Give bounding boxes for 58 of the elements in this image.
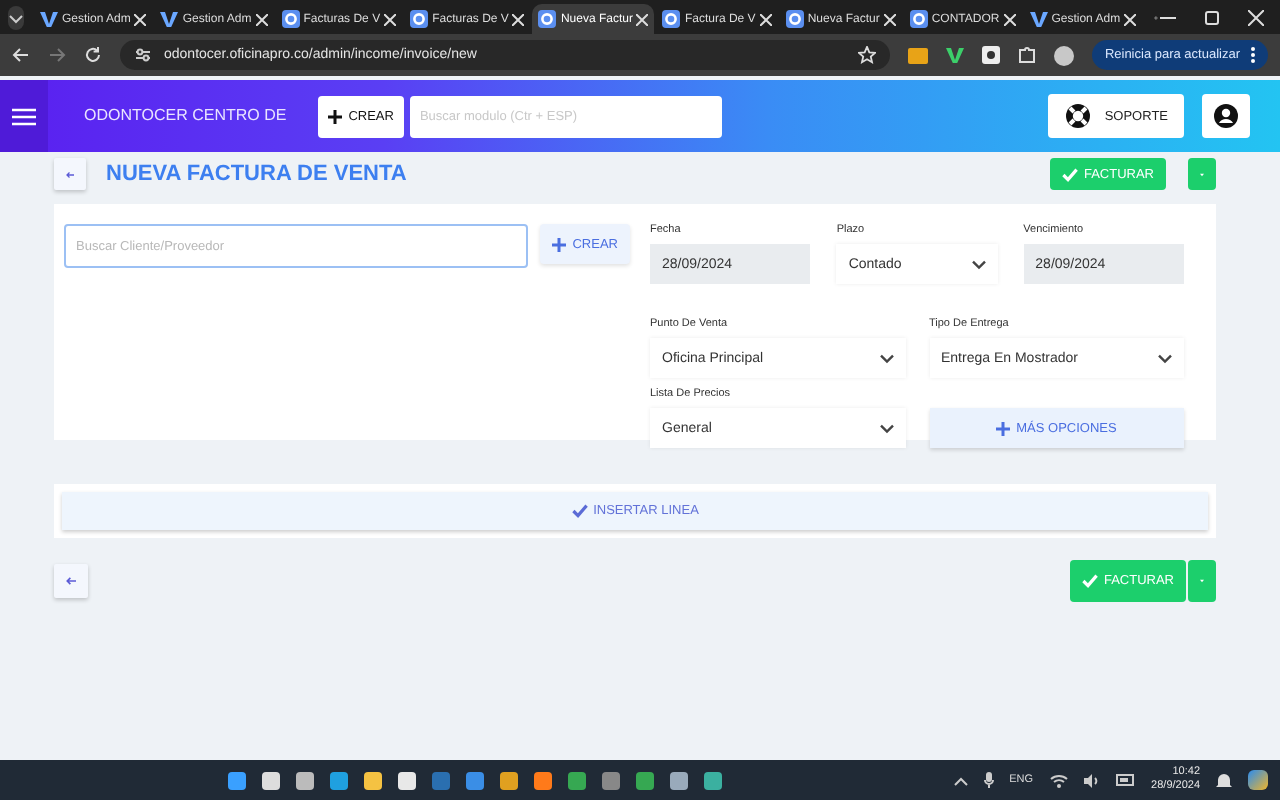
close-icon[interactable]: [759, 13, 772, 25]
puzzle-icon[interactable]: [1018, 46, 1037, 64]
company-name: ODONTOCER CENTRO DE: [84, 104, 287, 128]
check-icon: [1061, 167, 1078, 181]
v-extension-icon[interactable]: [946, 46, 965, 64]
menu-button[interactable]: [0, 80, 48, 152]
site-info-icon[interactable]: [134, 46, 152, 64]
close-icon[interactable]: [1003, 13, 1016, 25]
close-icon[interactable]: [134, 13, 147, 25]
v-logo-icon: [160, 10, 179, 28]
close-icon[interactable]: [384, 13, 397, 25]
user-button[interactable]: [1202, 94, 1250, 138]
plus-icon: [328, 109, 343, 123]
ring-logo-icon: [785, 10, 804, 28]
arrow-left-icon: [66, 574, 76, 588]
close-icon[interactable]: [255, 13, 268, 25]
chevron-up-icon[interactable]: [953, 775, 968, 785]
ring-logo-icon: [538, 10, 557, 28]
battery-icon[interactable]: [1115, 774, 1136, 786]
ring-logo-icon: [281, 10, 300, 28]
page-title: NUEVA FACTURA DE VENTA: [106, 162, 407, 186]
close-icon[interactable]: [636, 13, 649, 25]
close-icon[interactable]: [1248, 9, 1264, 25]
tab-list-icon[interactable]: [8, 5, 24, 29]
profile-avatar[interactable]: [1054, 45, 1075, 65]
reload-icon[interactable]: [84, 46, 102, 64]
chevron-down-icon: [1158, 353, 1172, 363]
ring-logo-icon: [909, 10, 928, 28]
speaker-icon[interactable]: [1083, 773, 1100, 787]
back-icon[interactable]: [12, 46, 30, 64]
microphone-icon[interactable]: [983, 772, 994, 788]
user-icon: [1214, 100, 1238, 132]
v-logo-icon: [40, 10, 58, 28]
lifebuoy-icon: [1064, 102, 1093, 130]
back-button[interactable]: [54, 564, 88, 598]
check-icon: [571, 504, 588, 518]
plus-icon: [552, 237, 567, 251]
chevron-down-icon: [971, 259, 986, 269]
menu-icon[interactable]: [12, 107, 36, 125]
forward-icon[interactable]: [48, 46, 66, 64]
plus-icon: [996, 421, 1011, 435]
close-icon[interactable]: [883, 13, 896, 25]
close-icon[interactable]: [512, 13, 525, 25]
more-icon[interactable]: [1250, 46, 1256, 64]
camera-extension-icon[interactable]: [982, 46, 1001, 64]
close-icon[interactable]: [1124, 13, 1137, 25]
maximize-icon[interactable]: [1204, 9, 1220, 25]
check-icon: [1081, 574, 1098, 588]
wifi-icon[interactable]: [1049, 773, 1068, 787]
extension-icon[interactable]: [908, 47, 929, 63]
chevron-down-icon: [879, 423, 893, 433]
arrow-left-icon: [66, 167, 74, 181]
chevron-down-icon: [879, 353, 893, 363]
v-logo-icon: [1029, 10, 1048, 28]
ring-logo-icon: [662, 10, 681, 28]
notification-bell-icon[interactable]: [1216, 771, 1233, 789]
ring-logo-icon: [410, 10, 429, 28]
star-icon[interactable]: [858, 46, 877, 64]
